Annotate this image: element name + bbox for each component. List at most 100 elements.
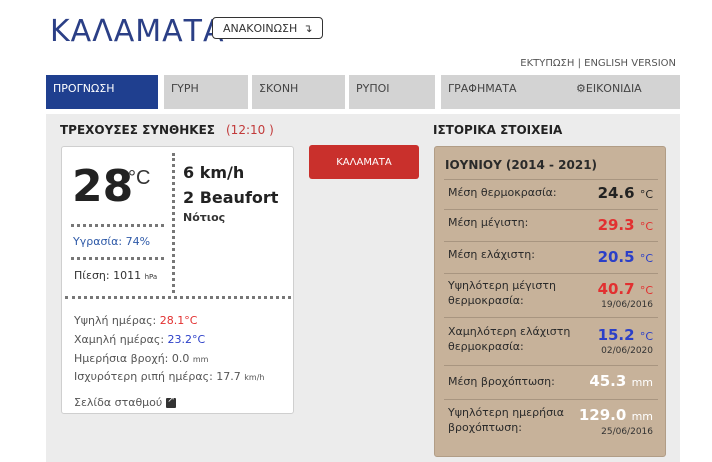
unit: °C bbox=[639, 220, 653, 233]
row-divider bbox=[444, 317, 658, 318]
tab-forecast[interactable]: ΠΡΟΓΝΩΣΗ bbox=[46, 75, 158, 109]
history-label: Μέση ελάχιστη: bbox=[448, 248, 535, 261]
stat-value: 23.2°C bbox=[167, 333, 206, 346]
row-divider bbox=[444, 209, 658, 210]
history-value: 24.6 °C bbox=[598, 184, 653, 202]
tab-label: ΣΚΟΝΗ bbox=[259, 82, 299, 95]
link-separator: | bbox=[574, 58, 585, 69]
value: 129.0 bbox=[578, 406, 627, 424]
top-links: ΕΚΤΥΠΩΣΗ | ENGLISH VERSION bbox=[520, 58, 676, 69]
stat-unit: km/h bbox=[244, 373, 265, 382]
history-value: 20.5 °C bbox=[598, 248, 653, 266]
pressure-value: 1011 bbox=[113, 269, 142, 282]
stat-value: 17.7 bbox=[216, 370, 241, 383]
history-label: Μέση μέγιστη: bbox=[448, 216, 529, 229]
tab-label: ΓΡΑΦΗΜΑΤΑ bbox=[448, 82, 517, 95]
current-time: (12:10 ) bbox=[226, 123, 274, 137]
stat-label: Ισχυρότερη ριπή ημέρας: bbox=[74, 370, 213, 383]
history-title: ΙΣΤΟΡΙΚΑ ΣΤΟΙΧΕΙΑ bbox=[433, 123, 563, 137]
dotted-divider bbox=[71, 257, 164, 260]
history-date: 25/06/2016 bbox=[601, 427, 653, 437]
unit: mm bbox=[631, 376, 653, 389]
history-value: 15.2 °C bbox=[598, 326, 653, 344]
label-line: βροχόπτωση: bbox=[448, 421, 522, 434]
pressure-label: Πίεση: bbox=[74, 269, 110, 282]
row-divider bbox=[444, 399, 658, 400]
unit: °C bbox=[639, 252, 653, 265]
current-conditions-box: 28 °C 6 km/h 2 Beaufort Νότιος Υγρασία: … bbox=[61, 146, 294, 414]
arrow-down-icon: ↴ bbox=[303, 21, 313, 35]
external-link-icon bbox=[166, 395, 177, 408]
unit: °C bbox=[639, 330, 653, 343]
value: 29.3 bbox=[597, 216, 635, 234]
stat-value: 28.1°C bbox=[159, 314, 198, 327]
page: ΚΑΛΑΜΑΤΑ ΑΝΑΚΟΙΝΩΣΗ ↴ ΕΚΤΥΠΩΣΗ | ENGLISH… bbox=[0, 0, 712, 462]
value: 24.6 bbox=[597, 184, 635, 202]
announcement-label: ΑΝΑΚΟΙΝΩΣΗ bbox=[223, 21, 298, 35]
wind-speed: 6 km/h bbox=[183, 163, 245, 182]
tab-pollen[interactable]: ΓΥΡΗ bbox=[164, 75, 248, 109]
station-link-label: Σελίδα σταθμού bbox=[74, 396, 163, 409]
day-rain: Ημερήσια βροχή: 0.0 mm bbox=[74, 352, 208, 365]
tab-pollutants[interactable]: ΡΥΠΟΙ bbox=[349, 75, 435, 109]
tab-widgets[interactable]: ⚙ΕΙΚΟΝΙΔΙΑ bbox=[569, 75, 680, 109]
stat-value: 0.0 bbox=[171, 352, 190, 365]
history-label: Υψηλότερη ημερήσια βροχόπτωση: bbox=[448, 405, 564, 435]
temperature-unit: °C bbox=[128, 167, 151, 189]
unit: mm bbox=[631, 410, 653, 423]
pressure: Πίεση: 1011 hPa bbox=[74, 269, 157, 282]
label-line: θερμοκρασία: bbox=[448, 294, 524, 307]
history-label: Μέση βροχόπτωση: bbox=[448, 375, 555, 388]
humidity: Υγρασία: 74% bbox=[73, 235, 150, 248]
value: 20.5 bbox=[597, 248, 635, 266]
row-divider bbox=[444, 179, 658, 180]
row-divider bbox=[444, 241, 658, 242]
history-date: 02/06/2020 bbox=[601, 346, 653, 356]
history-date: 19/06/2016 bbox=[601, 300, 653, 310]
label-line: Υψηλότερη ημερήσια bbox=[448, 406, 565, 419]
tab-label: ΓΥΡΗ bbox=[171, 82, 199, 95]
tab-graphs[interactable]: ΓΡΑΦΗΜΑΤΑ bbox=[441, 75, 569, 109]
stat-label: Ημερήσια βροχή: bbox=[74, 352, 169, 365]
value: 45.3 bbox=[589, 372, 627, 390]
wind-direction: Νότιος bbox=[183, 211, 226, 224]
row-divider bbox=[444, 365, 658, 366]
stat-unit: mm bbox=[192, 355, 209, 364]
tab-label: ΠΡΟΓΝΩΣΗ bbox=[53, 82, 115, 95]
humidity-value: 74% bbox=[125, 235, 151, 248]
history-value: 29.3 °C bbox=[598, 216, 653, 234]
row-divider bbox=[444, 273, 658, 274]
history-label: Μέση θερμοκρασία: bbox=[448, 186, 557, 199]
tab-label: ΡΥΠΟΙ bbox=[356, 82, 390, 95]
history-label: Χαμηλότερη ελάχιστη θερμοκρασία: bbox=[448, 324, 570, 354]
tab-dust[interactable]: ΣΚΟΝΗ bbox=[252, 75, 345, 109]
day-gust: Ισχυρότερη ριπή ημέρας: 17.7 km/h bbox=[74, 370, 264, 383]
announcement-button[interactable]: ΑΝΑΚΟΙΝΩΣΗ ↴ bbox=[212, 17, 324, 39]
label-line: Υψηλότερη μέγιστη bbox=[448, 279, 556, 292]
station-page-link[interactable]: Σελίδα σταθμού bbox=[74, 395, 177, 409]
day-high: Υψηλή ημέρας: 28.1°C bbox=[74, 314, 197, 327]
tab-label: ΕΙΚΟΝΙΔΙΑ bbox=[585, 82, 642, 95]
history-value: 40.7 °C bbox=[598, 280, 653, 298]
wind-beaufort: 2 Beaufort bbox=[183, 188, 279, 207]
stat-label: Χαμηλή ημέρας: bbox=[74, 333, 165, 346]
forecast-panel: ΤΡΕΧΟΥΣΕΣ ΣΥΝΘΗΚΕΣ (12:10 ) 28 °C 6 km/h… bbox=[46, 114, 680, 462]
label-line: θερμοκρασία: bbox=[448, 340, 524, 353]
page-title: ΚΑΛΑΜΑΤΑ bbox=[50, 14, 225, 49]
dotted-divider bbox=[71, 224, 164, 227]
station-button[interactable]: ΚΑΛΑΜΑΤΑ bbox=[309, 145, 419, 179]
english-version-link[interactable]: ENGLISH VERSION bbox=[584, 58, 676, 69]
unit: °C bbox=[639, 284, 653, 297]
unit: °C bbox=[639, 188, 653, 201]
history-value: 45.3 mm bbox=[589, 372, 653, 390]
dotted-divider bbox=[65, 296, 291, 299]
stat-label: Υψηλή ημέρας: bbox=[74, 314, 157, 327]
humidity-label: Υγρασία: bbox=[73, 235, 123, 248]
history-box: ΙΟΥΝΙΟΥ (2014 - 2021) Μέση θερμοκρασία: … bbox=[434, 146, 666, 457]
tab-bar: ΠΡΟΓΝΩΣΗ ΓΥΡΗ ΣΚΟΝΗ ΡΥΠΟΙ ΓΡΑΦΗΜΑΤΑ ⚙ΕΙΚ… bbox=[46, 75, 680, 109]
gear-icon: ⚙ bbox=[576, 82, 586, 95]
value: 40.7 bbox=[597, 280, 635, 298]
dotted-divider bbox=[172, 153, 175, 293]
print-link[interactable]: ΕΚΤΥΠΩΣΗ bbox=[520, 58, 574, 69]
current-conditions-title: ΤΡΕΧΟΥΣΕΣ ΣΥΝΘΗΚΕΣ bbox=[60, 123, 215, 137]
